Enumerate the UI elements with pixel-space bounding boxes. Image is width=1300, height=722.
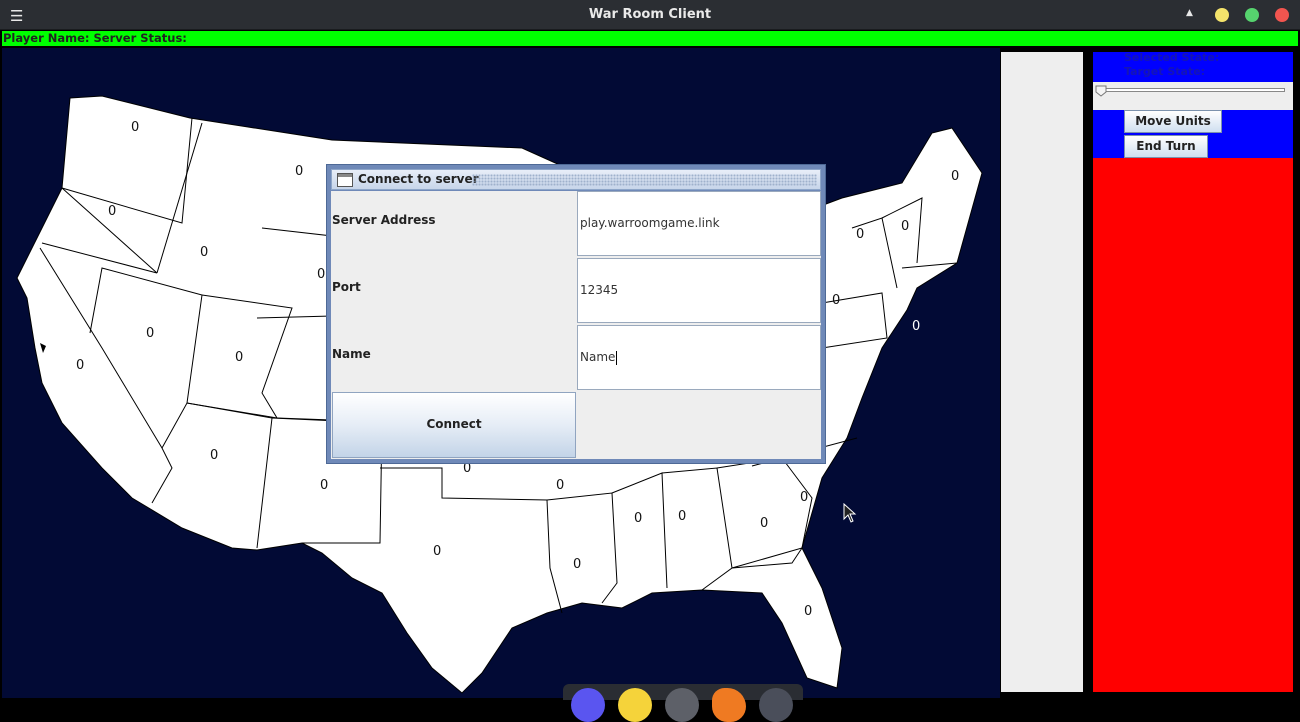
target-state-label: Target State: (1124, 65, 1206, 78)
settings-icon[interactable] (665, 688, 699, 722)
state-value: 0 (320, 478, 329, 493)
dialog-title: Connect to server (358, 172, 479, 186)
name-input-value: Name (580, 350, 616, 364)
slider-thumb[interactable] (1095, 85, 1107, 97)
terminal-icon[interactable] (759, 688, 793, 722)
action-area: Move Units End Turn (1093, 110, 1293, 158)
window-titlebar: ☰ War Room Client ▲ (0, 0, 1300, 30)
dialog-titlebar[interactable]: Connect to server (331, 169, 821, 190)
triangle-up-icon[interactable]: ▲ (1186, 8, 1193, 18)
minimize-button[interactable] (1215, 8, 1229, 22)
state-value: 0 (556, 478, 565, 493)
state-value: 0 (235, 350, 244, 365)
state-value: 0 (760, 516, 769, 531)
state-value: 0 (800, 490, 809, 505)
dialog-body: Server Address play.warroomgame.link Por… (331, 191, 821, 459)
text-caret (616, 350, 618, 365)
dock (563, 684, 803, 722)
move-units-button[interactable]: Move Units (1124, 110, 1222, 133)
state-value: 0 (678, 509, 687, 524)
mouse-cursor-icon (843, 503, 857, 523)
state-value: 0 (200, 245, 209, 260)
info-panel (1001, 52, 1083, 692)
state-value: 0 (433, 544, 442, 559)
state-value: 0 (912, 319, 921, 334)
state-value: 0 (951, 169, 960, 184)
port-label: Port (332, 280, 361, 294)
slider-track[interactable] (1101, 88, 1285, 92)
port-input[interactable]: 12345 (577, 258, 821, 323)
window-icon (337, 173, 353, 187)
close-button[interactable] (1275, 8, 1289, 22)
state-value: 0 (210, 448, 219, 463)
browser-icon[interactable] (571, 688, 605, 722)
connect-dialog: Connect to server Server Address play.wa… (326, 164, 826, 464)
state-value: 0 (108, 204, 117, 219)
state-value: 0 (804, 604, 813, 619)
status-bar: Player Name: Server Status: (2, 31, 1298, 46)
drag-grip[interactable] (472, 174, 817, 186)
maximize-button[interactable] (1245, 8, 1259, 22)
window-title: War Room Client (588, 7, 712, 22)
state-value: 0 (573, 557, 582, 572)
state-value: 0 (634, 511, 643, 526)
control-panel: Selected State: Target State: Move Units… (1093, 51, 1293, 692)
state-value: 0 (146, 326, 155, 341)
name-label: Name (332, 347, 371, 361)
server-address-input[interactable]: play.warroomgame.link (577, 191, 821, 256)
state-info-area: Selected State: Target State: (1093, 51, 1293, 82)
state-value: 0 (76, 358, 85, 373)
state-value: 0 (832, 293, 841, 308)
firefox-icon[interactable] (712, 688, 746, 722)
selected-state-label: Selected State: (1124, 51, 1220, 64)
state-value: 0 (317, 267, 326, 282)
name-input[interactable]: Name (577, 325, 821, 390)
state-value: 0 (295, 164, 304, 179)
end-turn-button[interactable]: End Turn (1124, 135, 1208, 158)
state-value: 0 (131, 120, 140, 135)
notes-icon[interactable] (618, 688, 652, 722)
state-value: 0 (856, 227, 865, 242)
state-value: 0 (901, 219, 910, 234)
units-slider[interactable] (1093, 82, 1293, 110)
connect-button[interactable]: Connect (332, 392, 576, 458)
server-address-label: Server Address (332, 213, 436, 227)
